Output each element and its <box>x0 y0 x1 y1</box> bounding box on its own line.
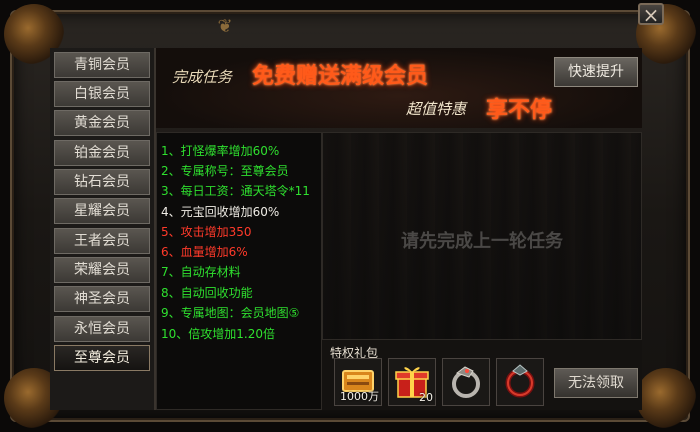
claim-button-disabled[interactable]: 无法领取 <box>554 368 638 398</box>
banner-prefix-text: 完成任务 <box>172 68 233 86</box>
sidebar-item-star[interactable]: 星耀会员 <box>54 198 150 224</box>
sidebar-item-bronze[interactable]: 青铜会员 <box>54 52 150 78</box>
perk-item: 3、每日工资：通天塔令*11 <box>161 184 310 198</box>
gift-quantity: 1000万 <box>340 390 379 403</box>
quick-upgrade-button[interactable]: 快速提升 <box>554 57 638 87</box>
perk-item: 5、攻击增加350 <box>161 225 252 239</box>
perk-item: 4、元宝回收增加60% <box>161 205 280 219</box>
sidebar-item-sacred[interactable]: 神圣会员 <box>54 286 150 312</box>
task-status-message: 请先完成上一轮任务 <box>401 231 563 252</box>
crest-ornament-icon: ❦ <box>217 16 233 37</box>
gift-slot[interactable]: 1000万 <box>334 358 382 406</box>
dragon-ring-icon <box>452 366 480 398</box>
gift-slot[interactable]: 20 <box>388 358 436 406</box>
perk-list: 1、打怪爆率增加60% 2、专属称号：至尊会员 3、每日工资：通天塔令*11 4… <box>156 132 322 410</box>
perk-item: 9、专属地图：会员地图⑤ <box>161 306 300 320</box>
dragon-ornament-icon <box>636 368 696 428</box>
sidebar-item-diamond[interactable]: 钻石会员 <box>54 169 150 195</box>
sidebar-item-platinum[interactable]: 铂金会员 <box>54 140 150 166</box>
gift-slot[interactable] <box>496 358 544 406</box>
vip-tier-sidebar: 青铜会员 白银会员 黄金会员 铂金会员 钻石会员 星耀会员 王者会员 荣耀会员 … <box>50 48 156 410</box>
sidebar-item-supreme[interactable]: 至尊会员 <box>54 345 150 371</box>
perk-item: 7、自动存材料 <box>161 265 241 279</box>
privilege-gift-pack: 特权礼包 1000万 20 无法领取 <box>322 340 642 410</box>
sidebar-item-gold[interactable]: 黄金会员 <box>54 110 150 136</box>
close-button[interactable]: × <box>638 3 664 25</box>
banner-headline: 免费赠送满级会员 <box>252 63 429 89</box>
gift-quantity: 20 <box>419 391 433 404</box>
sidebar-item-glory[interactable]: 荣耀会员 <box>54 257 150 283</box>
banner-subtext: 超值特惠 <box>406 100 467 118</box>
task-status-panel: 请先完成上一轮任务 <box>322 132 642 340</box>
sidebar-item-silver[interactable]: 白银会员 <box>54 81 150 107</box>
sidebar-item-eternal[interactable]: 永恒会员 <box>54 316 150 342</box>
red-ring-icon <box>505 364 535 398</box>
perk-item: 6、血量增加6% <box>161 245 248 259</box>
perk-item: 2、专属称号：至尊会员 <box>161 164 289 178</box>
gift-slot[interactable] <box>442 358 490 406</box>
banner-sub-highlight: 享不停 <box>486 97 553 123</box>
perk-item: 1、打怪爆率增加60% <box>161 144 280 158</box>
sidebar-item-king[interactable]: 王者会员 <box>54 228 150 254</box>
perk-item: 10、倍攻增加1.20倍 <box>161 327 275 341</box>
perk-item: 8、自动回收功能 <box>161 286 253 300</box>
